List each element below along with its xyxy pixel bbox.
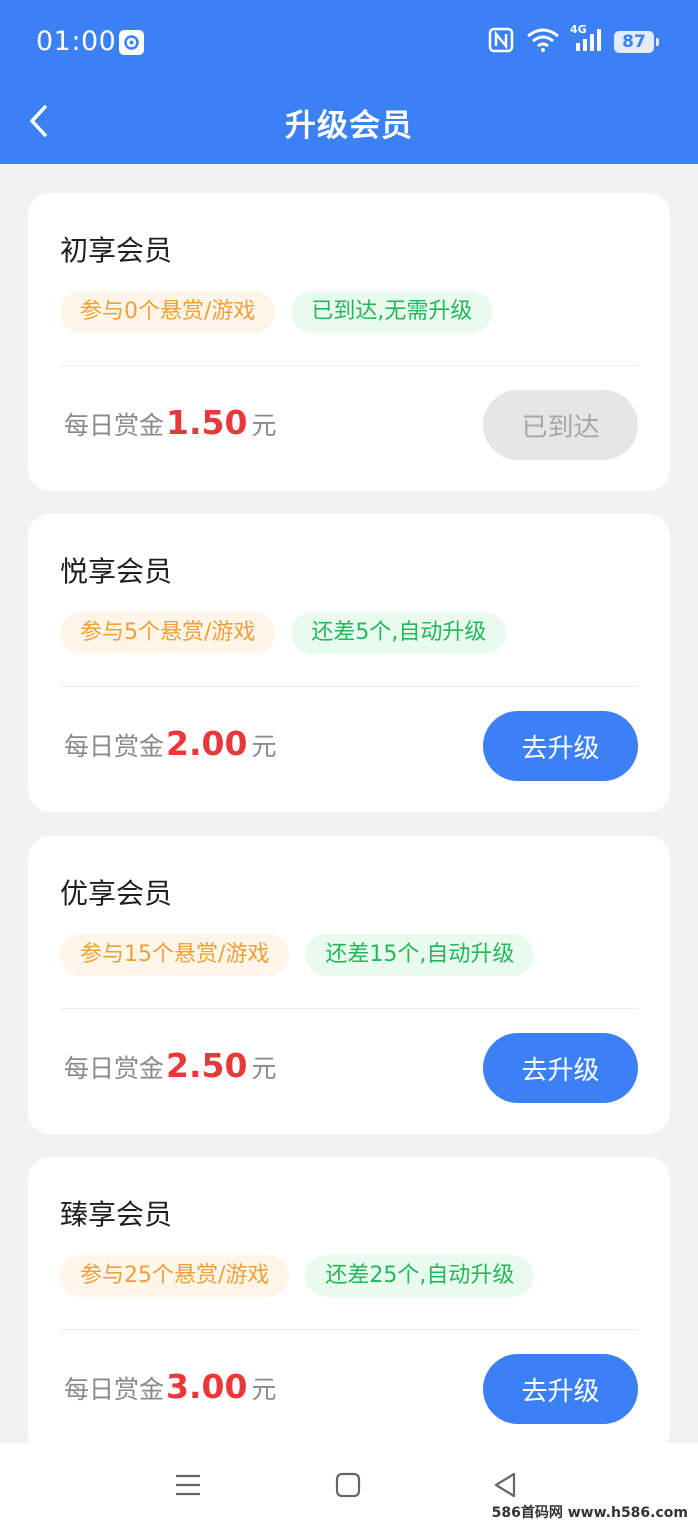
status-time: 01:00 [36, 26, 117, 57]
status-tag: 还差5个,自动升级 [291, 612, 507, 654]
tier-name: 初享会员 [60, 234, 173, 267]
reward-amount: 2.50 [166, 1046, 248, 1085]
reward-unit: 元 [251, 1375, 277, 1404]
requirement-tag: 参与15个悬赏/游戏 [60, 934, 290, 976]
tier-tags: 参与5个悬赏/游戏 还差5个,自动升级 [60, 612, 507, 654]
tier-tags: 参与15个悬赏/游戏 还差15个,自动升级 [60, 934, 535, 976]
divider [60, 1008, 638, 1009]
tier-tags: 参与25个悬赏/游戏 还差25个,自动升级 [60, 1255, 535, 1297]
tier-card: 初享会员 参与0个悬赏/游戏 已到达,无需升级 每日赏金 1.50 元 已到达 [28, 193, 670, 491]
reward-label: 每日赏金 [64, 1054, 165, 1083]
requirement-tag: 参与25个悬赏/游戏 [60, 1255, 290, 1297]
reward-amount: 1.50 [166, 403, 248, 442]
network-type: 4G [570, 23, 587, 36]
divider [60, 365, 638, 366]
upgrade-button[interactable]: 去升级 [483, 1354, 638, 1424]
status-tag: 已到达,无需升级 [291, 291, 493, 333]
tier-name: 优享会员 [60, 877, 173, 910]
reward-unit: 元 [251, 411, 277, 440]
reward-unit: 元 [251, 1054, 277, 1083]
back-triangle-icon[interactable] [492, 1471, 520, 1503]
reward-label: 每日赏金 [64, 732, 165, 761]
reached-button[interactable]: 已到达 [483, 390, 638, 460]
status-tag: 还差25个,自动升级 [305, 1255, 535, 1297]
app-icon [119, 30, 144, 55]
tier-name: 悦享会员 [60, 555, 173, 588]
system-nav-bar: 586首码网 www.h586.com [0, 1443, 698, 1528]
home-square-icon[interactable] [334, 1471, 362, 1503]
watermark: 586首码网 www.h586.com [491, 1505, 688, 1521]
daily-reward: 每日赏金 2.50 元 [64, 1046, 276, 1085]
status-icons: 4G 87 [488, 23, 659, 58]
tier-card: 悦享会员 参与5个悬赏/游戏 还差5个,自动升级 每日赏金 2.00 元 去升级 [28, 514, 670, 812]
divider [60, 686, 638, 687]
divider [60, 1329, 638, 1330]
upgrade-button[interactable]: 去升级 [483, 1033, 638, 1103]
nfc-icon [488, 27, 514, 57]
daily-reward: 每日赏金 3.00 元 [64, 1367, 276, 1406]
tier-name: 臻享会员 [60, 1198, 173, 1231]
menu-icon[interactable] [174, 1471, 202, 1503]
reward-amount: 3.00 [166, 1367, 248, 1406]
requirement-tag: 参与5个悬赏/游戏 [60, 612, 276, 654]
tier-tags: 参与0个悬赏/游戏 已到达,无需升级 [60, 291, 493, 333]
reward-amount: 2.00 [166, 724, 248, 763]
status-tag: 还差15个,自动升级 [305, 934, 535, 976]
daily-reward: 每日赏金 1.50 元 [64, 403, 276, 442]
wifi-icon [526, 27, 560, 57]
tier-card: 臻享会员 参与25个悬赏/游戏 还差25个,自动升级 每日赏金 3.00 元 去… [28, 1157, 670, 1455]
upgrade-button[interactable]: 去升级 [483, 711, 638, 781]
reward-label: 每日赏金 [64, 1375, 165, 1404]
daily-reward: 每日赏金 2.00 元 [64, 724, 276, 763]
reward-unit: 元 [251, 732, 277, 761]
battery-icon: 87 [614, 31, 659, 53]
reward-label: 每日赏金 [64, 411, 165, 440]
signal-icon: 4G [570, 23, 602, 57]
header-bar: 01:00 4G 87 升级会员 [0, 0, 698, 164]
requirement-tag: 参与0个悬赏/游戏 [60, 291, 276, 333]
tier-card: 优享会员 参与15个悬赏/游戏 还差15个,自动升级 每日赏金 2.50 元 去… [28, 836, 670, 1134]
page-title: 升级会员 [285, 108, 413, 144]
